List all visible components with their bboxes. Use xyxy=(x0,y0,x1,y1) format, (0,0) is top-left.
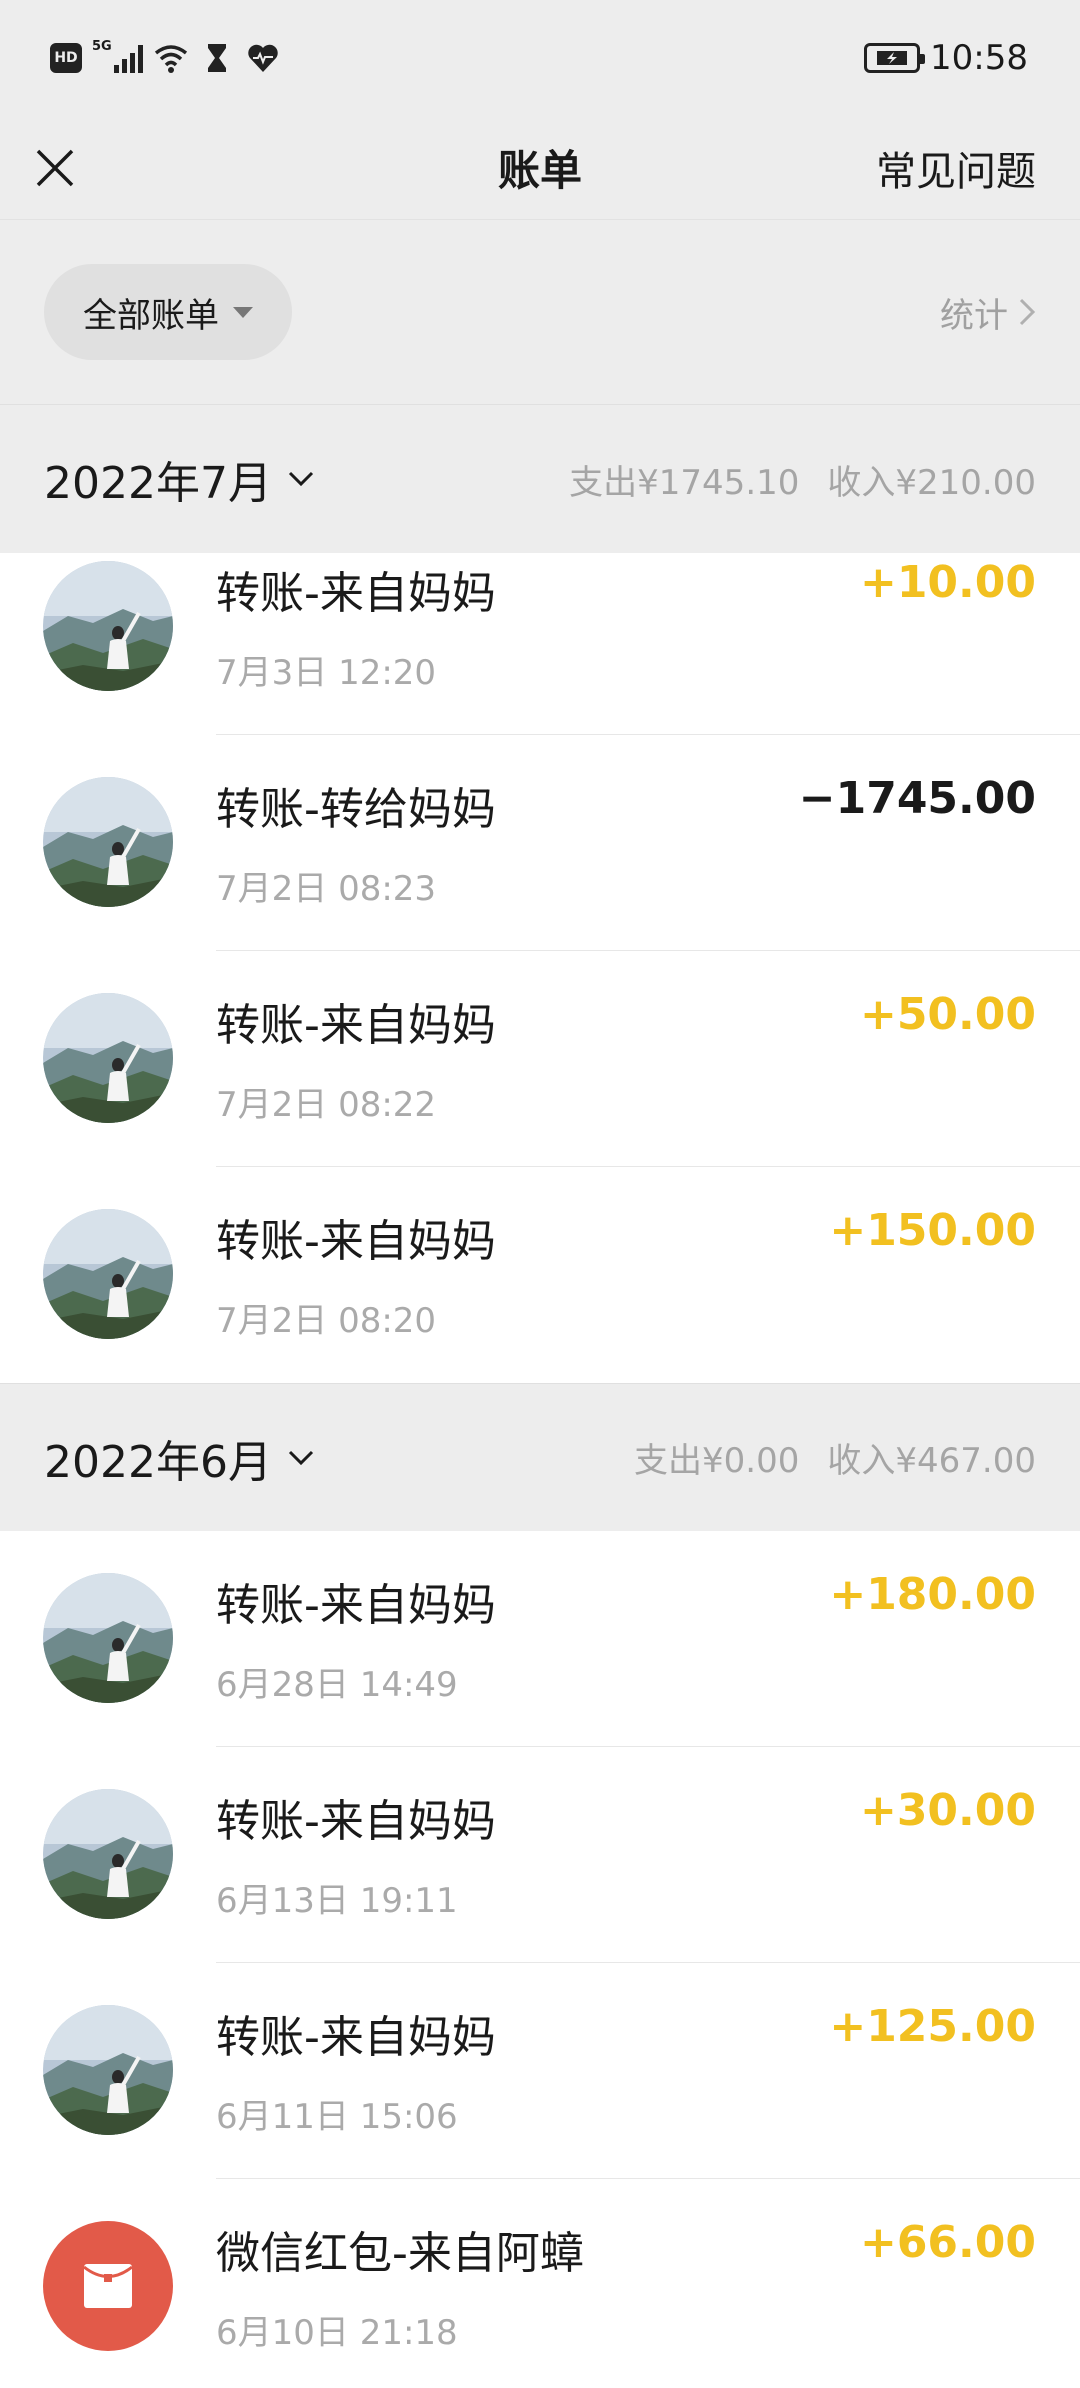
transaction-amount: +30.00 xyxy=(859,1785,1036,1836)
transaction-amount: +66.00 xyxy=(859,2217,1036,2268)
month-income: 收入¥467.00 xyxy=(827,1441,1036,1481)
wifi-icon xyxy=(154,45,188,73)
chevron-down-icon xyxy=(288,471,314,487)
transaction-amount: +180.00 xyxy=(829,1569,1036,1620)
status-right: 10:58 xyxy=(864,38,1028,78)
transaction-row[interactable]: 转账-来自妈妈 6月28日 14:49 +180.00 xyxy=(0,1531,1080,1747)
month-expense: 支出¥0.00 xyxy=(634,1441,800,1481)
avatar xyxy=(43,1209,173,1339)
transaction-amount: −1745.00 xyxy=(798,773,1036,824)
transaction-title: 转账-来自妈妈 xyxy=(216,568,496,619)
battery-icon xyxy=(864,43,926,73)
month-label: 2022年7月 xyxy=(44,458,272,509)
faq-link[interactable]: 常见问题 xyxy=(876,139,1036,197)
month-header[interactable]: 2022年6月 支出¥0.00 收入¥467.00 xyxy=(0,1383,1080,1531)
transaction-row[interactable]: 转账-来自妈妈 7月2日 08:22 +50.00 xyxy=(0,951,1080,1167)
transaction-row[interactable]: 转账-来自妈妈 6月11日 15:06 +125.00 xyxy=(0,1963,1080,2179)
transaction-row[interactable]: 转账-来自妈妈 6月13日 19:11 +30.00 xyxy=(0,1747,1080,1963)
avatar xyxy=(43,777,173,907)
transaction-amount: +10.00 xyxy=(859,557,1036,608)
clock: 10:58 xyxy=(930,38,1028,78)
close-icon[interactable] xyxy=(34,147,76,189)
transaction-row[interactable]: 微信红包-来自阿蟑 6月10日 21:18 +66.00 xyxy=(0,2179,1080,2388)
filter-row: 全部账单 统计 xyxy=(0,220,1080,405)
stats-label: 统计 xyxy=(940,295,1008,336)
transaction-list: 转账-来自妈妈 6月28日 14:49 +180.00 转账-来自妈妈 6月13… xyxy=(0,1531,1080,2388)
chevron-down-icon xyxy=(288,1450,314,1465)
transaction-time: 7月2日 08:22 xyxy=(216,1085,437,1125)
transaction-title: 转账-来自妈妈 xyxy=(216,1580,496,1631)
transaction-time: 6月11日 15:06 xyxy=(216,2097,458,2137)
chevron-right-icon xyxy=(1019,298,1036,326)
nav-bar: 账单 常见问题 xyxy=(0,116,1080,220)
status-icons: HD 5G xyxy=(50,39,281,76)
hd-icon: HD xyxy=(50,43,82,73)
transaction-time: 6月28日 14:49 xyxy=(216,1665,458,1705)
month-totals: 支出¥1745.10 收入¥210.00 xyxy=(569,455,1036,504)
status-bar: HD 5G 10:58 xyxy=(0,0,1080,116)
transaction-title: 微信红包-来自阿蟑 xyxy=(216,2228,584,2279)
transaction-row[interactable]: 转账-来自妈妈 7月3日 12:20 +10.00 xyxy=(0,553,1080,735)
transaction-row[interactable]: 转账-转给妈妈 7月2日 08:23 −1745.00 xyxy=(0,735,1080,951)
heart-icon xyxy=(248,44,278,72)
transaction-time: 7月2日 08:20 xyxy=(216,1301,437,1341)
caret-down-icon xyxy=(233,306,253,318)
transaction-amount: +125.00 xyxy=(829,2001,1036,2052)
bill-filter-button[interactable]: 全部账单 xyxy=(44,264,292,360)
month-expense: 支出¥1745.10 xyxy=(569,462,800,503)
avatar xyxy=(43,561,173,691)
month-label: 2022年6月 xyxy=(44,1436,272,1488)
avatar xyxy=(43,2005,173,2135)
transaction-list: 转账-来自妈妈 7月3日 12:20 +10.00 转账-转给妈妈 7月2日 0… xyxy=(0,553,1080,1383)
network-type-label: 5G xyxy=(92,39,112,54)
bill-filter-label: 全部账单 xyxy=(83,295,219,336)
signal-icon: 5G xyxy=(92,39,143,73)
transaction-row[interactable]: 转账-来自妈妈 7月2日 08:20 +150.00 xyxy=(0,1167,1080,1383)
transaction-title: 转账-来自妈妈 xyxy=(216,1216,496,1267)
transaction-amount: +150.00 xyxy=(829,1205,1036,1256)
transaction-time: 6月13日 19:11 xyxy=(216,1881,458,1921)
transaction-title: 转账-来自妈妈 xyxy=(216,1796,496,1847)
transaction-time: 7月3日 12:20 xyxy=(216,653,437,693)
avatar xyxy=(43,1789,173,1919)
avatar xyxy=(43,1573,173,1703)
month-header[interactable]: 2022年7月 支出¥1745.10 收入¥210.00 xyxy=(0,405,1080,553)
stats-link[interactable]: 统计 xyxy=(940,288,1036,337)
avatar xyxy=(43,993,173,1123)
month-income: 收入¥210.00 xyxy=(827,462,1036,503)
hourglass-icon xyxy=(208,44,226,72)
charging-bolt-icon xyxy=(877,51,908,65)
transaction-amount: +50.00 xyxy=(859,989,1036,1040)
transaction-title: 转账-转给妈妈 xyxy=(216,784,496,835)
transaction-time: 6月10日 21:18 xyxy=(216,2313,458,2353)
month-totals: 支出¥0.00 收入¥467.00 xyxy=(634,1433,1036,1482)
transaction-title: 转账-来自妈妈 xyxy=(216,2012,496,2063)
transaction-time: 7月2日 08:23 xyxy=(216,869,437,909)
red-packet-icon xyxy=(43,2221,173,2351)
transaction-title: 转账-来自妈妈 xyxy=(216,1000,496,1051)
